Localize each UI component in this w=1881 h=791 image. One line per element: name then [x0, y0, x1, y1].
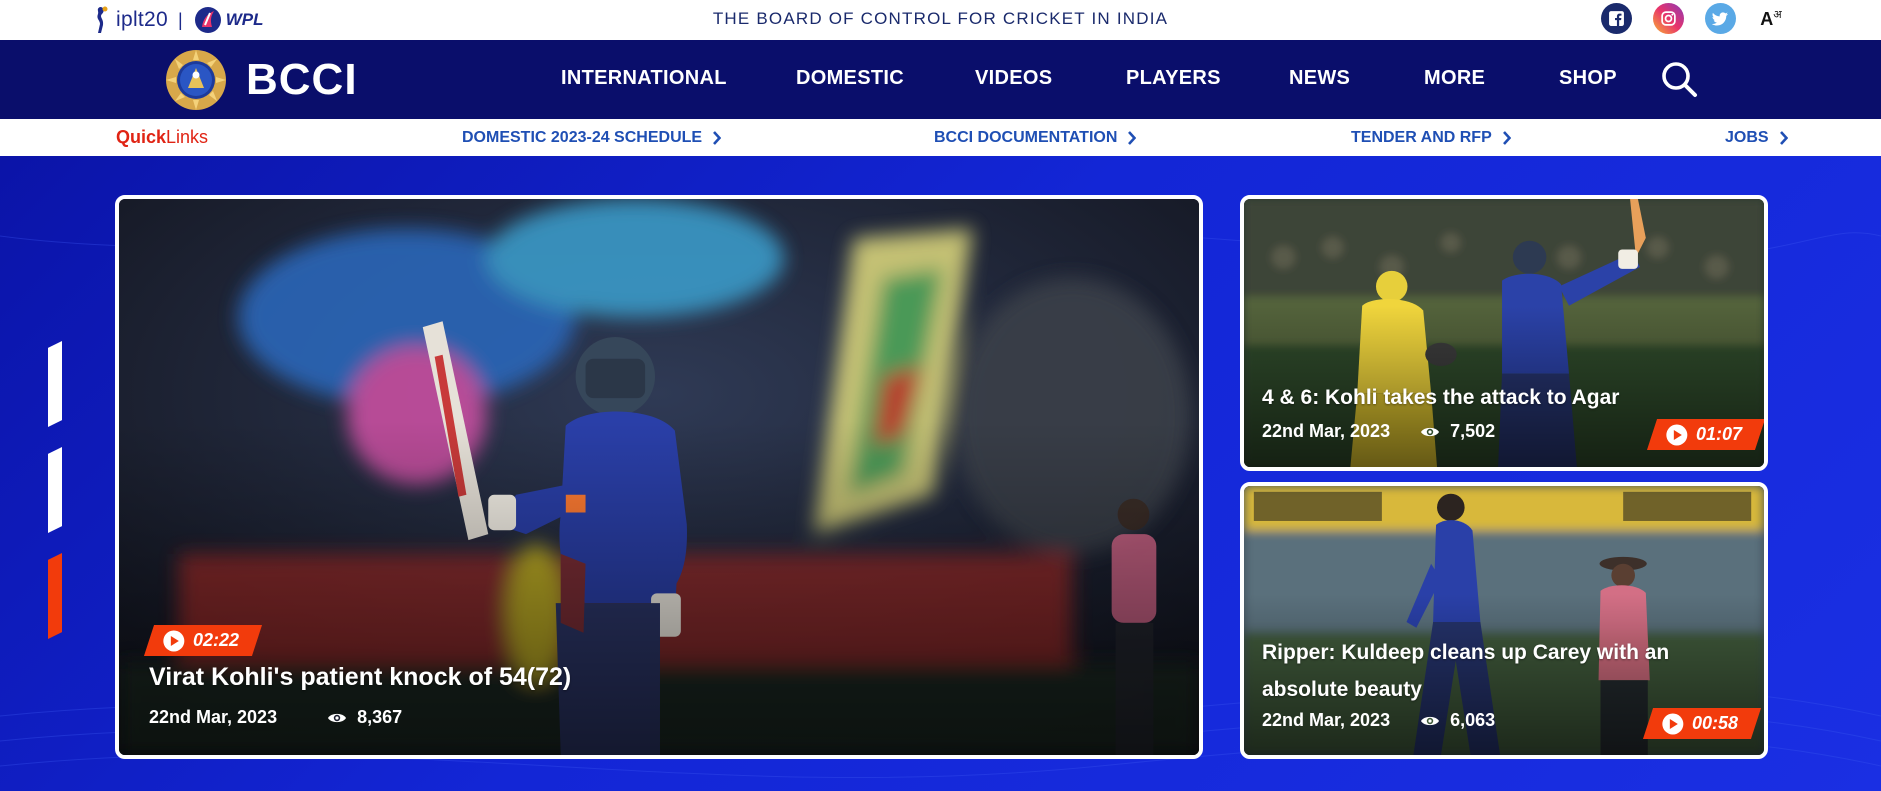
quick-link-label: DOMESTIC 2023-24 SCHEDULE: [462, 129, 703, 146]
nav-item-shop[interactable]: SHOP: [1559, 67, 1617, 90]
video-duration-badge: 00:58: [1642, 708, 1762, 739]
play-icon: [163, 630, 185, 651]
bcci-wordmark: BCCI: [246, 55, 358, 104]
eye-icon: [1421, 716, 1440, 725]
eye-icon: [328, 713, 347, 722]
main-navbar: BCCI INTERNATIONAL DOMESTIC VIDEOS PLAYE…: [0, 40, 1881, 119]
slider-dot-2[interactable]: [48, 447, 62, 533]
language-toggle-label: A: [1760, 9, 1774, 29]
instagram-button[interactable]: [1653, 3, 1684, 34]
play-icon: [1666, 424, 1688, 445]
nav-item-players[interactable]: PLAYERS: [1126, 67, 1221, 90]
bcci-emblem-icon: [166, 50, 226, 110]
twitter-button[interactable]: [1705, 3, 1736, 34]
video-card-featured[interactable]: 02:22 Virat Kohli's patient knock of 54(…: [115, 195, 1203, 759]
video-view-count: 8,367: [357, 707, 403, 727]
video-date: 22nd Mar, 2023: [1262, 421, 1391, 441]
video-duration-badge: 01:07: [1646, 419, 1764, 450]
video-title[interactable]: Virat Kohli's patient knock of 54(72): [149, 663, 571, 692]
video-title[interactable]: 4 & 6: Kohli takes the attack to Agar: [1262, 386, 1742, 410]
chevron-right-icon: [713, 131, 722, 145]
nav-item-more[interactable]: MORE: [1424, 67, 1485, 90]
nav-item-videos[interactable]: VIDEOS: [975, 67, 1052, 90]
eye-icon: [1421, 427, 1440, 436]
quick-link-bcci-documentation[interactable]: BCCI DOCUMENTATION: [934, 129, 1137, 147]
nav-item-international[interactable]: INTERNATIONAL: [561, 67, 727, 90]
nav-item-domestic[interactable]: DOMESTIC: [796, 67, 904, 90]
video-views: 7,502: [1420, 421, 1495, 442]
quick-link-domestic-schedule[interactable]: DOMESTIC 2023-24 SCHEDULE: [462, 129, 722, 147]
thumbnail-gradient-overlay: [119, 421, 1199, 755]
video-duration: 01:07: [1696, 424, 1743, 444]
video-card-kohli-attack[interactable]: 4 & 6: Kohli takes the attack to Agar 22…: [1240, 195, 1768, 471]
language-toggle-hindi: अ: [1773, 9, 1782, 21]
video-meta: 22nd Mar, 2023 6,063: [1262, 710, 1495, 731]
chevron-right-icon: [1779, 131, 1788, 145]
slider-dot-1[interactable]: [48, 341, 62, 427]
quick-links-title: QuickLinks: [116, 127, 208, 148]
social-links: Aअ: [1601, 3, 1785, 34]
language-toggle-button[interactable]: Aअ: [1757, 7, 1785, 30]
instagram-icon: [1661, 11, 1676, 26]
video-duration: 02:22: [193, 630, 240, 650]
top-bar: iplt20 | WPL THE BOARD OF CONTROL FOR CR…: [0, 0, 1881, 40]
quick-link-label: TENDER AND RFP: [1351, 129, 1492, 146]
video-view-count: 6,063: [1450, 710, 1496, 730]
bcci-home-link[interactable]: BCCI: [164, 48, 358, 112]
video-meta: 22nd Mar, 2023 7,502: [1262, 421, 1495, 442]
play-icon: [1662, 713, 1684, 734]
video-views: 6,063: [1420, 710, 1495, 731]
chevron-right-icon: [1502, 131, 1511, 145]
video-meta: 22nd Mar, 2023 8,367: [149, 707, 402, 728]
nav-item-news[interactable]: NEWS: [1289, 67, 1350, 90]
board-title: THE BOARD OF CONTROL FOR CRICKET IN INDI…: [712, 9, 1169, 28]
video-views: 8,367: [327, 707, 402, 728]
facebook-button[interactable]: [1601, 3, 1632, 34]
quick-links-bar: QuickLinks DOMESTIC 2023-24 SCHEDULE BCC…: [0, 119, 1881, 156]
quick-link-label: JOBS: [1725, 129, 1769, 146]
video-date: 22nd Mar, 2023: [1262, 710, 1391, 730]
slider-dot-3[interactable]: [48, 553, 62, 639]
video-duration: 00:58: [1692, 713, 1739, 733]
video-date: 22nd Mar, 2023: [149, 707, 278, 727]
video-title[interactable]: Ripper: Kuldeep cleans up Carey with an …: [1262, 634, 1722, 708]
video-card-kuldeep-ripper[interactable]: Ripper: Kuldeep cleans up Carey with an …: [1240, 482, 1768, 759]
quick-link-jobs[interactable]: JOBS: [1725, 129, 1788, 147]
twitter-icon: [1712, 12, 1728, 26]
quick-links-title-rest: Links: [166, 127, 209, 147]
facebook-icon: [1609, 11, 1624, 26]
video-view-count: 7,502: [1450, 421, 1496, 441]
search-icon[interactable]: [1660, 60, 1698, 98]
quick-link-tender-rfp[interactable]: TENDER AND RFP: [1351, 129, 1511, 147]
slider-pager: [48, 341, 64, 641]
quick-link-label: BCCI DOCUMENTATION: [934, 129, 1118, 146]
chevron-right-icon: [1128, 131, 1137, 145]
video-duration-badge: 02:22: [143, 625, 263, 656]
quick-links-title-bold: Quick: [116, 127, 167, 147]
